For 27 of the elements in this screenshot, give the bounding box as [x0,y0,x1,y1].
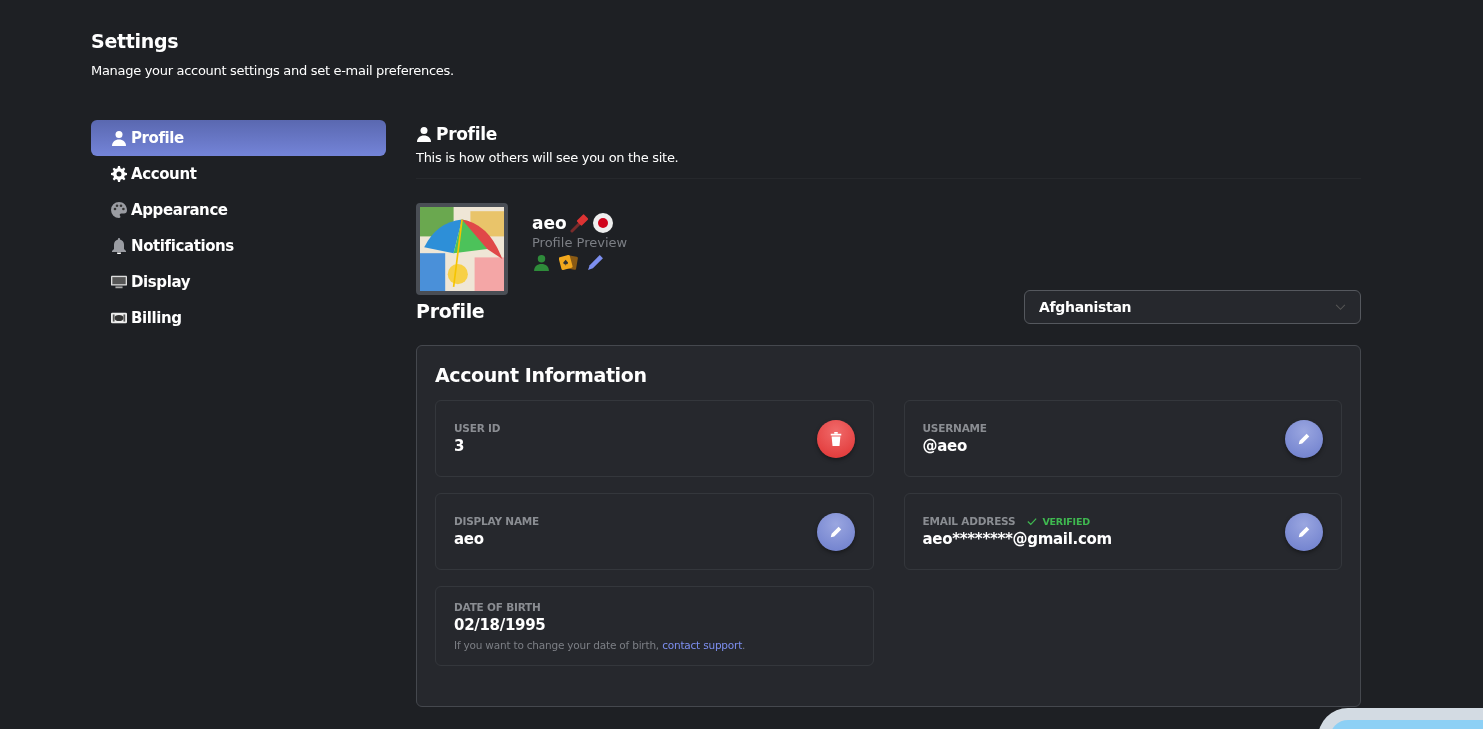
page-title: Settings [91,30,180,52]
field-value: 3 [454,437,466,455]
field-value: aeo********@gmail.com [922,530,1112,548]
field-label: USERNAME [922,422,987,434]
field-label: EMAIL ADDRESS [922,515,1016,527]
field-label: DATE OF BIRTH [454,601,541,613]
profile-heading: Profile [416,300,485,322]
field-label: USER ID [454,422,501,434]
country-select[interactable]: Afghanistan [1024,290,1361,324]
sidebar-item[interactable]: Notifications [91,228,386,264]
page-subtitle: Manage your account settings and set e-mail preferences. [91,63,455,78]
section-title: Profile [436,124,497,144]
field-label: DISPLAY NAME [454,515,540,527]
profile-preview-label: Profile Preview [532,235,628,250]
verified-label: VERIFIED [1042,515,1090,527]
section-description: This is how others will see you on the site. [416,150,680,165]
card-title: Account Information [435,364,648,386]
profile-name: aeo [532,213,567,233]
field-value: aeo [454,530,485,548]
sidebar-item[interactable]: Profile [91,120,386,156]
sidebar-item[interactable]: Account [91,156,386,192]
sidebar-item[interactable]: Appearance [91,192,386,228]
field-value: 02/18/1995 [454,616,547,634]
field-note: If you want to change your date of birth, contact support. [454,639,746,651]
sidebar-item[interactable]: Display [91,264,386,300]
sidebar-item[interactable]: Billing [91,300,386,336]
field-value: @aeo [922,437,968,455]
